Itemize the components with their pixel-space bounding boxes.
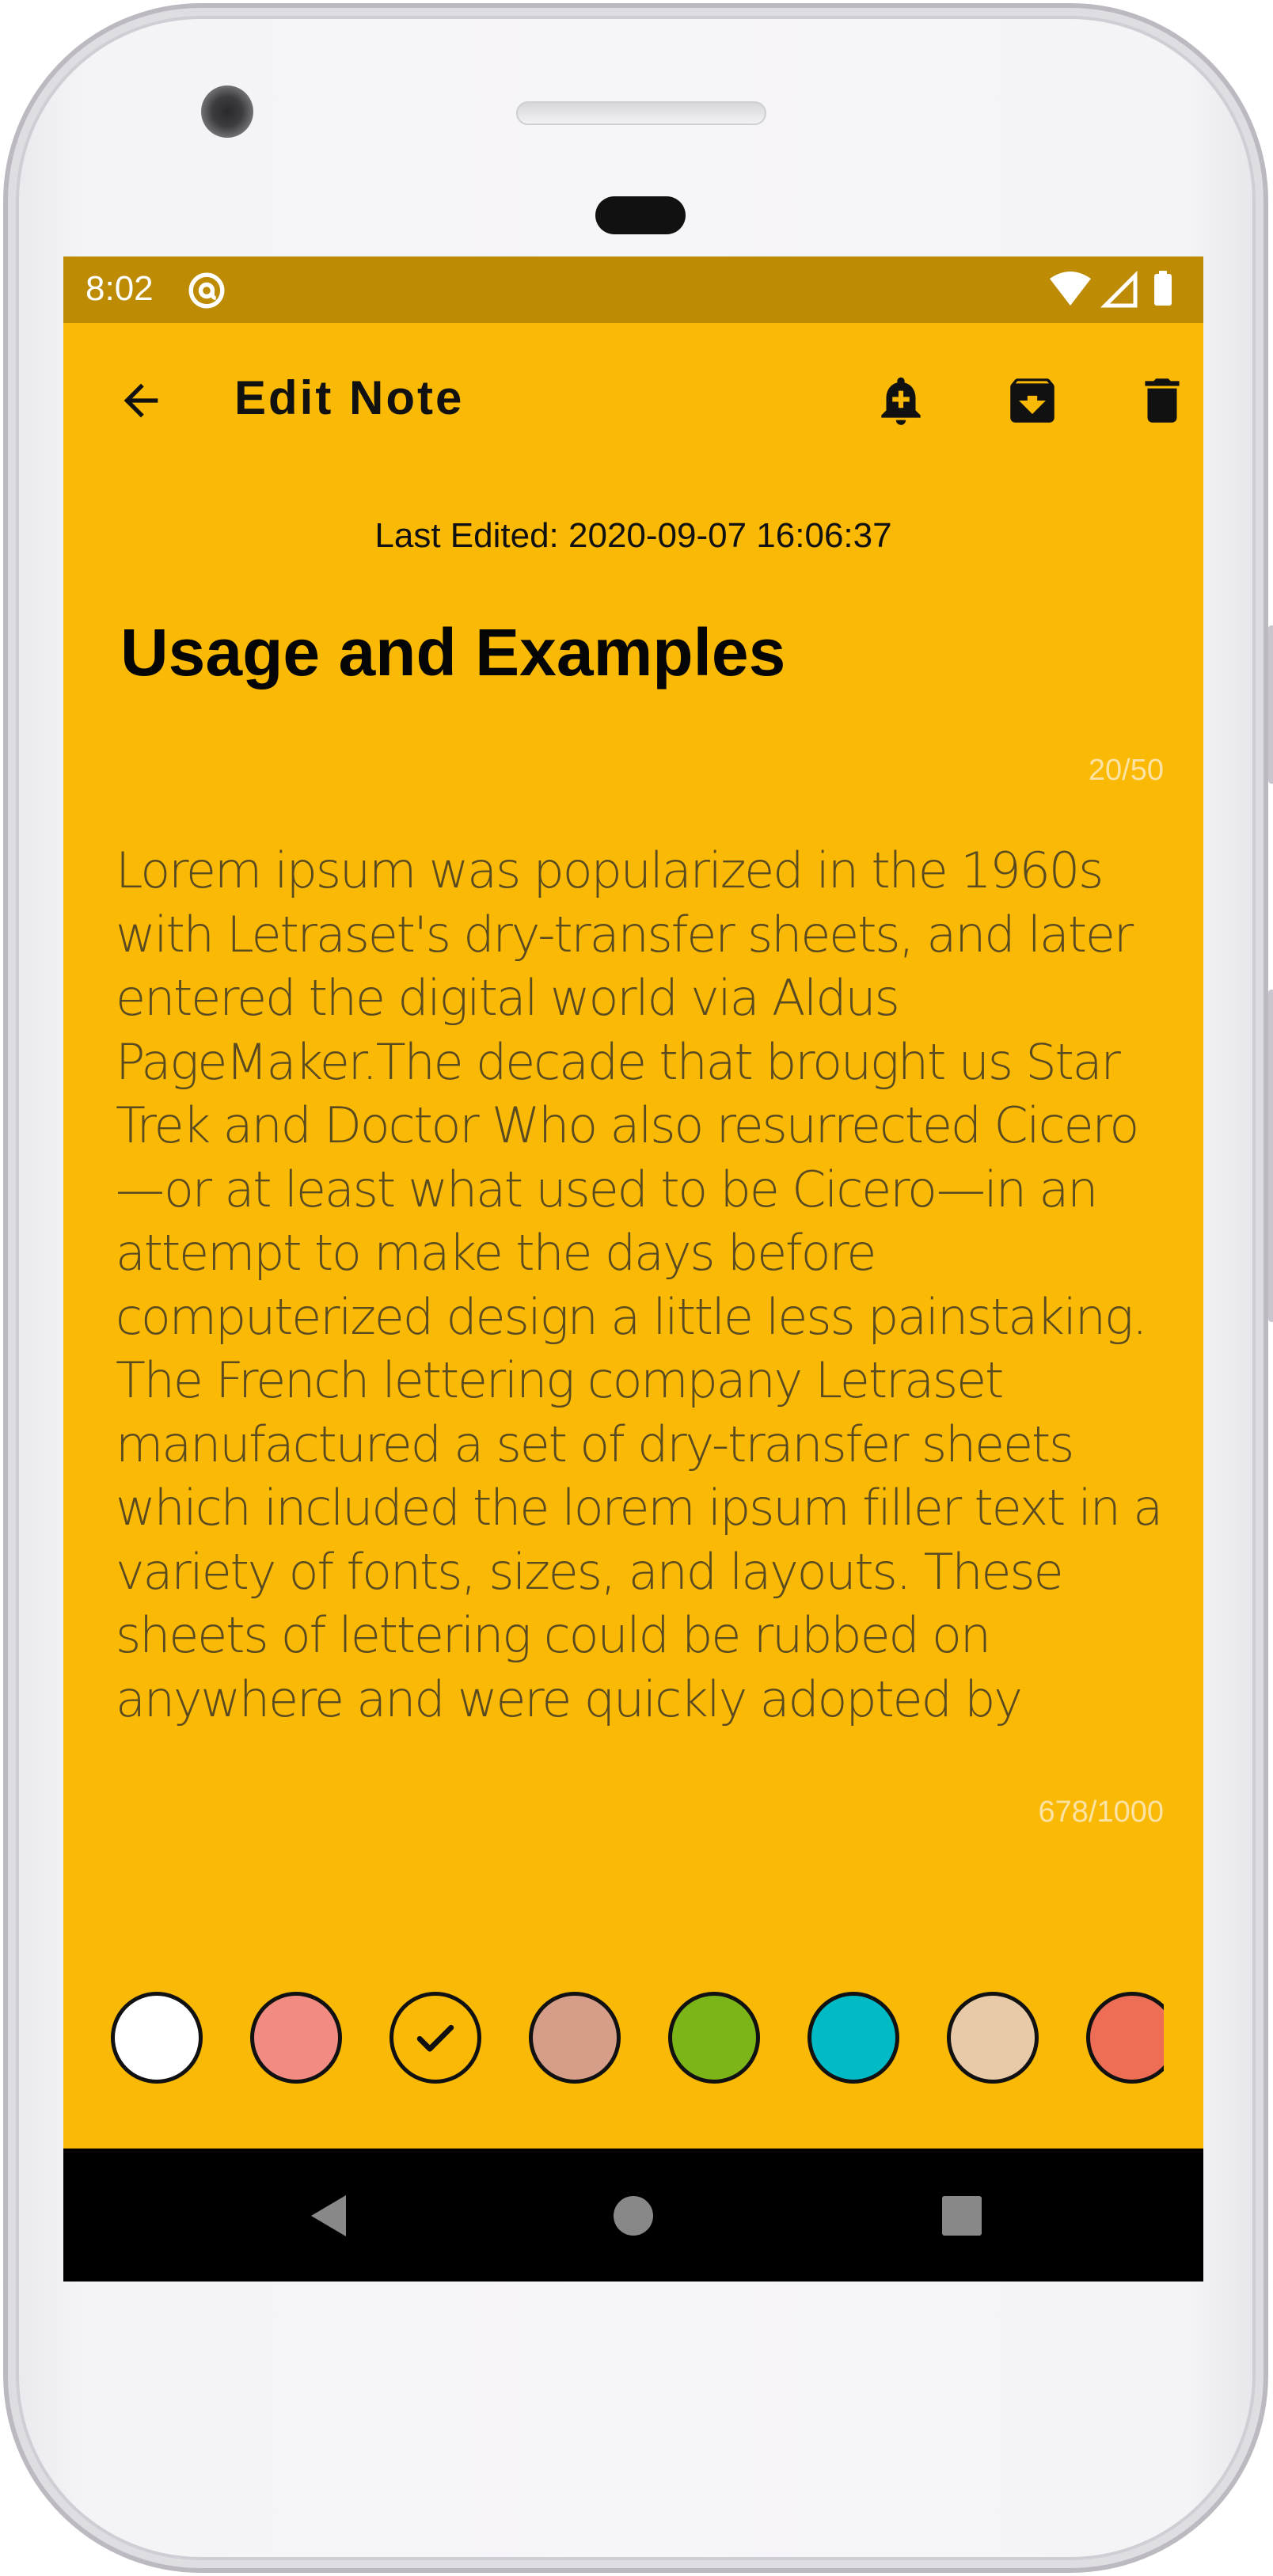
app-bar: Edit Note <box>63 323 1203 478</box>
color-swatch-red[interactable] <box>250 1992 342 2084</box>
color-swatch-rose[interactable] <box>529 1992 621 2084</box>
wifi-icon <box>1050 272 1091 306</box>
home-circle-icon <box>614 2196 653 2236</box>
title-char-counter: 20/50 <box>1088 754 1164 787</box>
recents-square-icon <box>942 2196 982 2236</box>
note-title-input[interactable] <box>120 614 1150 691</box>
front-camera <box>201 85 253 138</box>
power-button <box>1268 625 1273 784</box>
app-screen: 8:02 Edit Note Last Edited: 2020-09-07 1… <box>63 256 1203 2282</box>
color-swatch-yellow[interactable] <box>390 1992 481 2084</box>
status-icons <box>1050 270 1172 308</box>
color-swatch-teal[interactable] <box>808 1992 899 2084</box>
nav-back-button[interactable] <box>293 2180 364 2251</box>
volume-button <box>1268 990 1273 1322</box>
status-bar: 8:02 <box>63 256 1203 323</box>
bell-plus-icon <box>881 377 921 425</box>
back-triangle-icon <box>311 2195 346 2236</box>
trash-icon <box>1145 378 1180 423</box>
battery-icon <box>1154 274 1172 306</box>
color-swatch-green[interactable] <box>668 1992 760 2084</box>
cell-signal-icon <box>1100 270 1138 308</box>
arrow-back-icon <box>124 383 158 418</box>
earpiece <box>595 196 686 234</box>
archive-button[interactable] <box>994 363 1070 439</box>
note-body-textarea[interactable]: Lorem ipsum was popularized in the 1960s… <box>103 839 1176 1726</box>
delete-button[interactable] <box>1124 363 1200 439</box>
at-sign-icon <box>188 272 225 309</box>
speaker-grille <box>516 101 766 125</box>
system-nav-bar <box>63 2149 1203 2282</box>
checkmark-icon <box>416 2024 454 2052</box>
color-swatch-white[interactable] <box>111 1992 203 2084</box>
color-swatch-orange[interactable] <box>1086 1992 1164 2084</box>
body-char-counter: 678/1000 <box>1038 1795 1165 1829</box>
add-reminder-button[interactable] <box>863 363 939 439</box>
last-edited-timestamp: Last Edited: 2020-09-07 16:06:37 <box>374 516 892 555</box>
color-swatch-tan[interactable] <box>947 1992 1039 2084</box>
status-time: 8:02 <box>86 269 154 308</box>
back-button[interactable] <box>103 363 179 439</box>
color-picker[interactable] <box>111 1984 1164 2095</box>
page-title: Edit Note <box>234 371 465 424</box>
nav-recents-button[interactable] <box>926 2180 998 2251</box>
archive-box-icon <box>1010 378 1054 423</box>
nav-home-button[interactable] <box>598 2180 669 2251</box>
